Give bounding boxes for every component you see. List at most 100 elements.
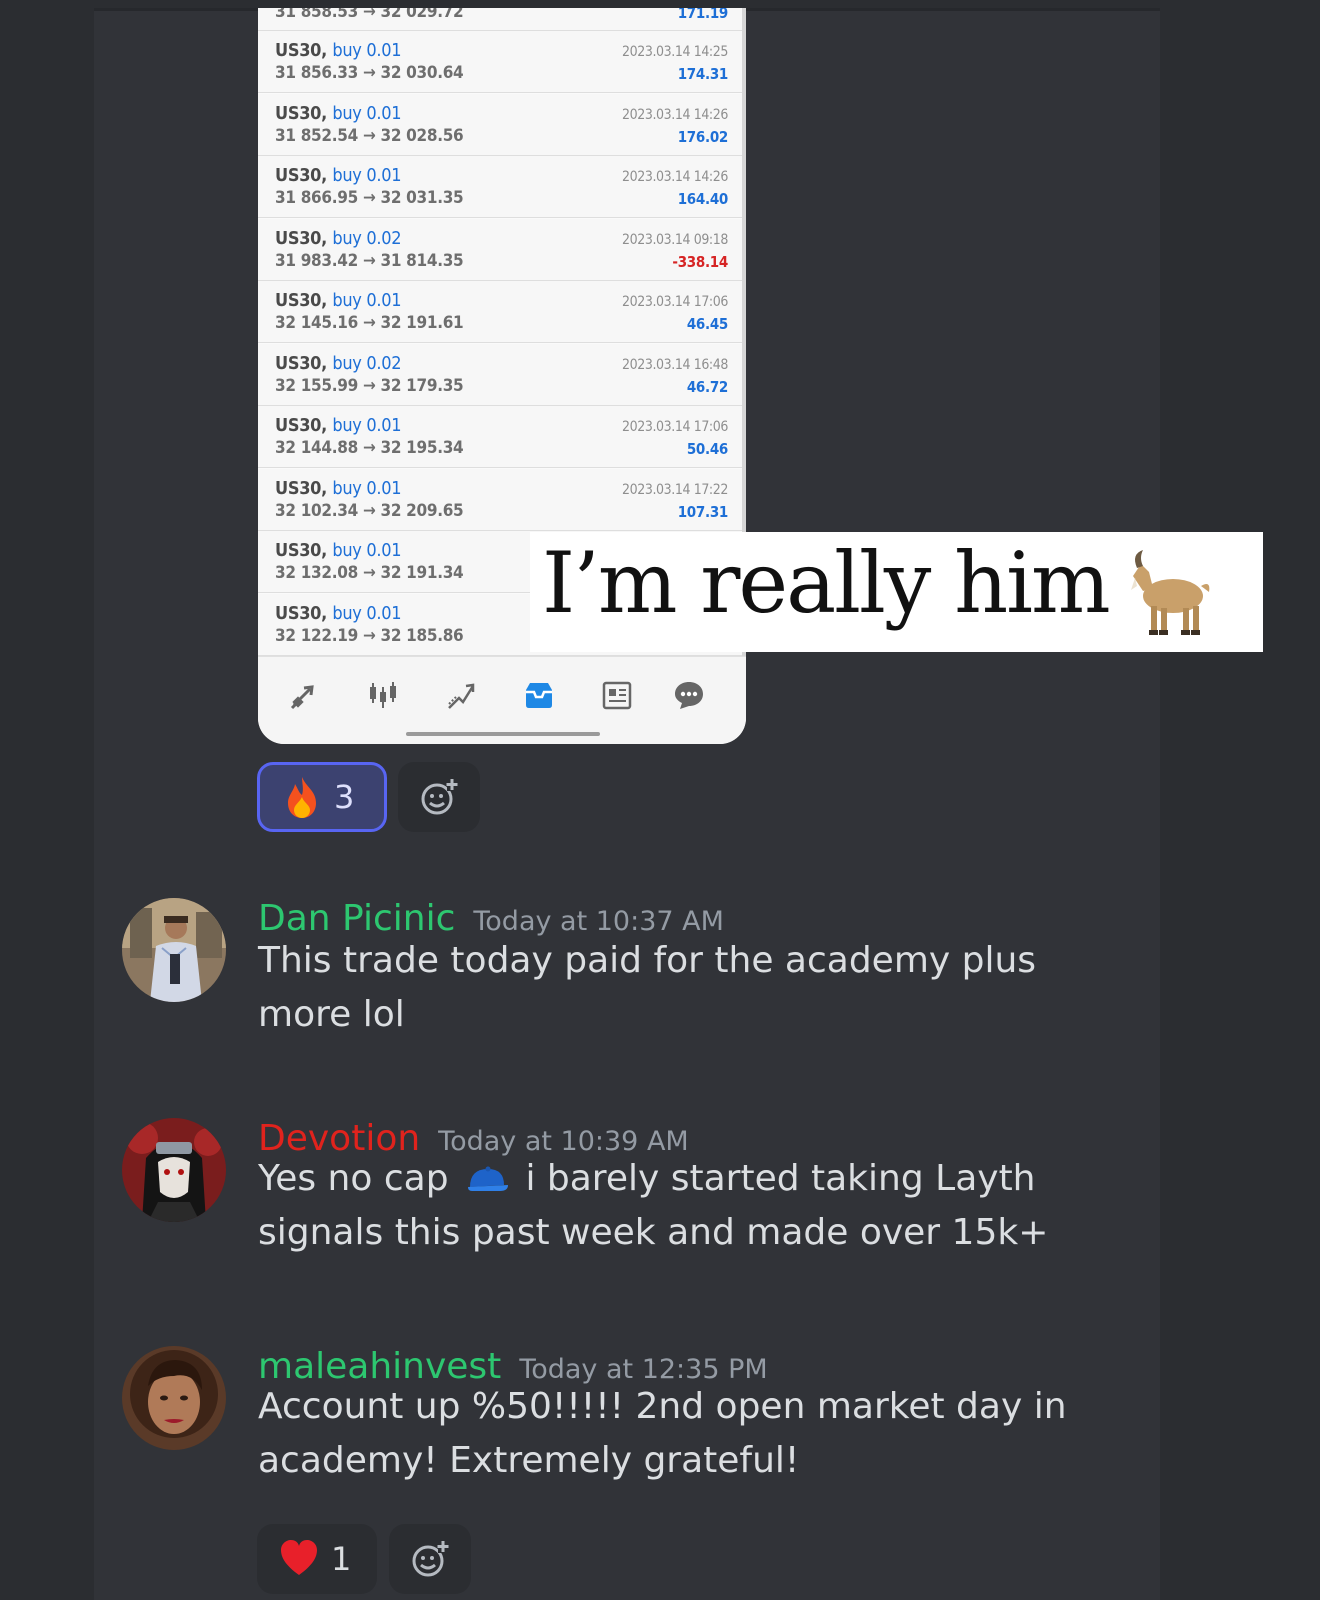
trade-prices: 32 155.99 → 32 179.35 — [275, 375, 464, 396]
trade-symbol: US30, buy 0.02 — [275, 352, 402, 374]
username[interactable]: Dan Picinic — [258, 898, 455, 939]
trade-direction: buy 0.02 — [332, 227, 402, 249]
trade-date: 2023.03.14 17:06 — [622, 294, 728, 310]
trade-symbol-text: US30, — [275, 602, 327, 624]
trade-date: 2023.03.14 14:25 — [622, 44, 728, 60]
trade-symbol-text: US30, — [275, 227, 327, 249]
trade-symbol-text: US30, — [275, 352, 327, 374]
trade-date: 2023.03.14 17:06 — [622, 419, 728, 435]
trade-profit: 174.31 — [677, 65, 729, 83]
trade-date: 2023.03.14 17:22 — [622, 481, 728, 498]
trade-prices: 32 144.88 → 32 195.34 — [275, 438, 464, 458]
trade-direction: buy 0.01 — [332, 540, 402, 561]
trade-date: 2023.03.14 16:48 — [622, 356, 728, 373]
trade-profit: 46.45 — [686, 315, 728, 333]
trade-symbol-text: US30, — [275, 40, 327, 61]
trending-icon[interactable] — [443, 677, 479, 713]
trade-symbol: US30, buy 0.01 — [275, 415, 402, 436]
trade-row[interactable]: US30, buy 0.01 31 856.33 → 32 030.64 2023.… — [258, 31, 742, 93]
trade-direction: buy 0.01 — [332, 165, 402, 186]
trade-row[interactable]: US30, buy 0.01 32 145.16 → 32 191.61 2023.… — [258, 281, 742, 343]
trade-row: 31 858.53 → 32 029.72 171.19 — [258, 8, 742, 31]
goat-emoji — [1131, 550, 1210, 635]
timestamp: Today at 10:37 AM — [473, 906, 724, 937]
trade-symbol: US30, buy 0.01 — [275, 290, 402, 311]
trade-date: 2023.03.14 14:26 — [622, 169, 728, 185]
reaction-count: 1 — [331, 1540, 352, 1578]
trade-symbol-text: US30, — [275, 540, 327, 561]
trade-date: 2023.03.14 09:18 — [622, 231, 728, 248]
tab-bar — [258, 656, 746, 744]
trade-direction: buy 0.01 — [332, 477, 402, 499]
trade-row[interactable]: US30, buy 0.02 31 983.42 → 31 814.35 2023.… — [258, 218, 742, 281]
trade-symbol-text: US30, — [275, 415, 327, 436]
message-text: Yes no cap i barely started taking Layth… — [258, 1152, 1128, 1260]
add-reaction-icon — [412, 1541, 449, 1577]
reaction-count: 3 — [334, 778, 355, 816]
trade-symbol-text: US30, — [275, 165, 327, 186]
trade-profit: -338.14 — [672, 252, 728, 271]
inbox-icon[interactable] — [521, 677, 557, 713]
trade-prices: 32 132.08 → 32 191.34 — [275, 563, 464, 583]
home-indicator — [406, 732, 600, 736]
add-reaction-button[interactable] — [389, 1524, 471, 1594]
message-text-part: Yes no cap — [258, 1158, 449, 1199]
trade-profit: 164.40 — [677, 190, 729, 208]
avatar[interactable] — [122, 1346, 226, 1450]
caption-text: I’m really him — [542, 534, 1111, 632]
trade-symbol: US30, buy 0.01 — [275, 477, 402, 499]
trade-profit: 176.02 — [677, 127, 729, 146]
screenshot: 31 858.53 → 32 029.72 171.19 US30, buy 0… — [0, 0, 1320, 1600]
trade-direction: buy 0.02 — [332, 352, 402, 374]
trade-prices: 31 983.42 → 31 814.35 — [275, 250, 464, 271]
message: Devotion Today at 10:39 AM Yes no cap i b… — [122, 1118, 1122, 1298]
trade-direction: buy 0.01 — [332, 40, 402, 61]
trade-row[interactable]: US30, buy 0.01 31 866.95 → 32 031.35 2023.… — [258, 156, 742, 218]
trade-symbol: US30, buy 0.01 — [275, 540, 402, 561]
trade-row[interactable]: US30, buy 0.02 32 155.99 → 32 179.35 2023.… — [258, 343, 742, 406]
trade-date: 2023.03.14 14:26 — [622, 106, 728, 123]
trade-prices: 32 102.34 → 32 209.65 — [275, 500, 464, 521]
fire-emoji — [288, 777, 316, 818]
heart-emoji — [281, 1540, 317, 1575]
message-text: Account up %50!!!!! 2nd open market day … — [258, 1386, 1067, 1481]
avatar[interactable] — [122, 898, 226, 1002]
news-icon[interactable] — [599, 677, 635, 713]
trade-prices: 31 856.33 → 32 030.64 — [275, 63, 464, 83]
message-text: This trade today paid for the academy pl… — [258, 940, 1037, 1035]
trade-prices: 31 866.95 → 32 031.35 — [275, 188, 464, 208]
trade-symbol: US30, buy 0.01 — [275, 40, 402, 61]
trade-direction: buy 0.01 — [332, 290, 402, 311]
trade-symbol-text: US30, — [275, 102, 327, 124]
blue-cap-emoji — [468, 1166, 508, 1191]
trade-profit: 50.46 — [686, 440, 728, 458]
trade-symbol-text: US30, — [275, 290, 327, 311]
trade-row[interactable]: US30, buy 0.01 32 144.88 → 32 195.34 2023.… — [258, 406, 742, 468]
candlestick-chart-icon[interactable] — [365, 677, 401, 713]
trade-symbol: US30, buy 0.01 — [275, 165, 402, 186]
trade-symbol: US30, buy 0.02 — [275, 227, 402, 249]
heart-reaction[interactable]: 1 — [257, 1524, 377, 1594]
chat-bubble-icon[interactable] — [671, 677, 707, 713]
trade-direction: buy 0.01 — [332, 102, 402, 124]
trade-arrows-icon[interactable] — [287, 677, 323, 713]
trade-prices: 32 122.19 → 32 185.86 — [275, 625, 464, 646]
trade-prices: 31 858.53 → 32 029.72 — [275, 8, 464, 22]
trade-symbol: US30, buy 0.01 — [275, 602, 402, 624]
trade-profit: 107.31 — [677, 502, 729, 521]
caption-overlay: I’m really him — [530, 532, 1263, 652]
trade-row[interactable]: US30, buy 0.01 31 852.54 → 32 028.56 2023.… — [258, 93, 742, 156]
message-header: Dan Picinic Today at 10:37 AM — [258, 898, 724, 939]
trade-prices: 31 852.54 → 32 028.56 — [275, 125, 464, 146]
trade-direction: buy 0.01 — [332, 415, 402, 436]
trade-direction: buy 0.01 — [332, 602, 402, 624]
message: maleahinvest Today at 12:35 PM Account up… — [122, 1346, 1122, 1486]
avatar[interactable] — [122, 1118, 226, 1222]
trade-profit: 46.72 — [686, 377, 728, 396]
message: Dan Picinic Today at 10:37 AM This trade … — [122, 898, 1122, 1058]
add-reaction-button[interactable] — [398, 762, 480, 832]
fire-reaction[interactable]: 3 — [257, 762, 387, 832]
trade-symbol-text: US30, — [275, 477, 327, 499]
trade-prices: 32 145.16 → 32 191.61 — [275, 313, 464, 333]
trade-row[interactable]: US30, buy 0.01 32 102.34 → 32 209.65 2023.… — [258, 468, 742, 531]
